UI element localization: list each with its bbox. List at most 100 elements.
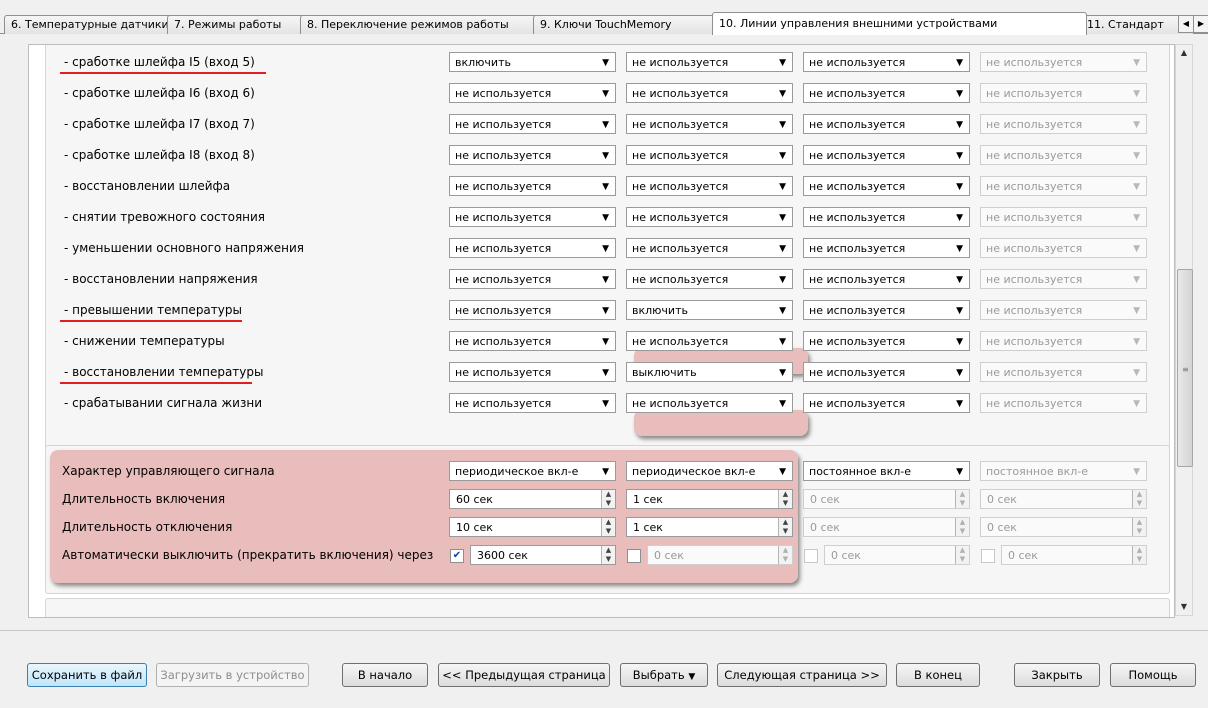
scroll-thumb[interactable]: ≡: [1177, 269, 1193, 467]
action-select-line-2[interactable]: не используется ▼: [626, 114, 793, 134]
action-select-line-3[interactable]: не используется ▼: [803, 114, 970, 134]
spin-arrows-icon[interactable]: ▲ ▼: [778, 518, 792, 536]
action-select-line-1[interactable]: не используется ▼: [449, 269, 616, 289]
action-select-line-3[interactable]: не используется ▼: [803, 145, 970, 165]
tab-operation-modes[interactable]: 7. Режимы работы: [167, 15, 309, 34]
tab-external-device-lines[interactable]: 10. Линии управления внешними устройства…: [712, 12, 1087, 35]
spin-arrows-icon[interactable]: ▲ ▼: [955, 490, 969, 508]
action-select-line-4[interactable]: не используется ▼: [980, 114, 1147, 134]
spin-arrows-icon[interactable]: ▲ ▼: [955, 518, 969, 536]
signal-type-select-4[interactable]: постоянное вкл-е ▼: [980, 461, 1147, 481]
spin-arrows-icon[interactable]: ▲ ▼: [601, 546, 615, 564]
select-dropdown-button[interactable]: Выбрать ▼: [620, 663, 708, 687]
action-select-line-4[interactable]: не используется ▼: [980, 300, 1147, 320]
auto-duration-spinbox[interactable]: 3600 сек ▲ ▼: [470, 545, 616, 565]
action-select-line-4[interactable]: не используется ▼: [980, 52, 1147, 72]
action-select-line-4[interactable]: не используется ▼: [980, 145, 1147, 165]
spin-arrows-icon[interactable]: ▲ ▼: [1132, 546, 1146, 564]
action-select-line-3[interactable]: не используется ▼: [803, 83, 970, 103]
off-duration-spinbox[interactable]: 0 сек ▲ ▼: [980, 517, 1147, 537]
last-page-button[interactable]: В конец: [896, 663, 980, 687]
action-select-line-1[interactable]: включить ▼: [449, 52, 616, 72]
auto-duration-spinbox[interactable]: 0 сек ▲ ▼: [824, 545, 970, 565]
scroll-up-icon[interactable]: ▲: [1176, 45, 1192, 61]
next-page-button[interactable]: Следующая страница >>: [717, 663, 887, 687]
action-select-line-4[interactable]: не используется ▼: [980, 207, 1147, 227]
signal-type-select-2[interactable]: периодическое вкл-е ▼: [626, 461, 793, 481]
action-select-line-2[interactable]: не используется ▼: [626, 176, 793, 196]
action-select-line-3[interactable]: не используется ▼: [803, 176, 970, 196]
off-duration-spinbox[interactable]: 1 сек ▲ ▼: [626, 517, 793, 537]
action-select-line-2[interactable]: не используется ▼: [626, 331, 793, 351]
spin-arrows-icon[interactable]: ▲ ▼: [601, 490, 615, 508]
tab-standard[interactable]: 11. Стандарт: [1080, 15, 1194, 34]
action-select-line-1[interactable]: не используется ▼: [449, 238, 616, 258]
action-select-line-1[interactable]: не используется ▼: [449, 176, 616, 196]
action-select-line-2[interactable]: не используется ▼: [626, 393, 793, 413]
action-select-line-2[interactable]: выключить ▼: [626, 362, 793, 382]
action-select-line-1[interactable]: не используется ▼: [449, 207, 616, 227]
action-select-line-1[interactable]: не используется ▼: [449, 331, 616, 351]
action-select-line-2[interactable]: не используется ▼: [626, 269, 793, 289]
signal-type-select-3[interactable]: постоянное вкл-е ▼: [803, 461, 970, 481]
tab-mode-switching[interactable]: 8. Переключение режимов работы: [300, 15, 542, 34]
action-select-line-3[interactable]: не используется ▼: [803, 331, 970, 351]
auto-off-checkbox[interactable]: [627, 549, 641, 563]
off-duration-spinbox[interactable]: 0 сек ▲ ▼: [803, 517, 970, 537]
auto-off-checkbox[interactable]: [981, 549, 995, 563]
help-button[interactable]: Помощь: [1110, 663, 1196, 687]
save-to-file-button[interactable]: Сохранить в файл: [27, 663, 147, 687]
action-select-line-4[interactable]: не используется ▼: [980, 393, 1147, 413]
action-select-line-3[interactable]: не используется ▼: [803, 393, 970, 413]
spin-arrows-icon[interactable]: ▲ ▼: [1132, 518, 1146, 536]
close-button[interactable]: Закрыть: [1014, 663, 1100, 687]
action-select-line-3[interactable]: не используется ▼: [803, 238, 970, 258]
action-select-line-1[interactable]: не используется ▼: [449, 362, 616, 382]
vertical-scrollbar[interactable]: ▲ ≡ ▼: [1175, 44, 1193, 616]
action-select-line-1[interactable]: не используется ▼: [449, 393, 616, 413]
scroll-down-icon[interactable]: ▼: [1176, 599, 1192, 615]
action-select-line-4[interactable]: не используется ▼: [980, 238, 1147, 258]
on-duration-spinbox[interactable]: 1 сек ▲ ▼: [626, 489, 793, 509]
action-select-line-1[interactable]: не используется ▼: [449, 114, 616, 134]
action-select-line-2[interactable]: не используется ▼: [626, 238, 793, 258]
signal-type-select-1[interactable]: периодическое вкл-е ▼: [449, 461, 616, 481]
action-select-line-3[interactable]: не используется ▼: [803, 207, 970, 227]
spin-arrows-icon[interactable]: ▲ ▼: [955, 546, 969, 564]
tab-scroll-left-icon[interactable]: ◀: [1178, 15, 1194, 33]
tab-scroll-right-icon[interactable]: ▶: [1193, 15, 1208, 33]
action-select-line-2[interactable]: не используется ▼: [626, 52, 793, 72]
action-select-line-2[interactable]: не используется ▼: [626, 83, 793, 103]
off-duration-spinbox[interactable]: 10 сек ▲ ▼: [449, 517, 616, 537]
on-duration-spinbox[interactable]: 0 сек ▲ ▼: [980, 489, 1147, 509]
action-select-line-4[interactable]: не используется ▼: [980, 362, 1147, 382]
on-duration-spinbox[interactable]: 60 сек ▲ ▼: [449, 489, 616, 509]
action-select-line-4[interactable]: не используется ▼: [980, 176, 1147, 196]
action-select-line-3[interactable]: не используется ▼: [803, 52, 970, 72]
auto-off-checkbox[interactable]: ✔: [450, 549, 464, 563]
spin-arrows-icon[interactable]: ▲ ▼: [778, 490, 792, 508]
first-page-button[interactable]: В начало: [342, 663, 428, 687]
action-select-line-2[interactable]: не используется ▼: [626, 145, 793, 165]
action-select-line-4[interactable]: не используется ▼: [980, 83, 1147, 103]
action-select-line-1[interactable]: не используется ▼: [449, 300, 616, 320]
spin-arrows-icon[interactable]: ▲ ▼: [601, 518, 615, 536]
auto-duration-spinbox[interactable]: 0 сек ▲ ▼: [647, 545, 793, 565]
action-select-line-3[interactable]: не используется ▼: [803, 300, 970, 320]
action-select-line-2[interactable]: включить ▼: [626, 300, 793, 320]
tab-touchmemory-keys[interactable]: 9. Ключи TouchMemory: [533, 15, 721, 34]
action-select-line-1[interactable]: не используется ▼: [449, 145, 616, 165]
action-select-line-1[interactable]: не используется ▼: [449, 83, 616, 103]
action-select-line-4[interactable]: не используется ▼: [980, 331, 1147, 351]
action-select-line-3[interactable]: не используется ▼: [803, 362, 970, 382]
action-select-line-4[interactable]: не используется ▼: [980, 269, 1147, 289]
on-duration-spinbox[interactable]: 0 сек ▲ ▼: [803, 489, 970, 509]
load-to-device-button[interactable]: Загрузить в устройство: [156, 663, 309, 687]
auto-duration-spinbox[interactable]: 0 сек ▲ ▼: [1001, 545, 1147, 565]
tab-temperature-sensors[interactable]: 6. Температурные датчики: [4, 15, 176, 34]
action-select-line-3[interactable]: не используется ▼: [803, 269, 970, 289]
auto-off-checkbox[interactable]: [804, 549, 818, 563]
spin-arrows-icon[interactable]: ▲ ▼: [1132, 490, 1146, 508]
spin-arrows-icon[interactable]: ▲ ▼: [778, 546, 792, 564]
previous-page-button[interactable]: << Предыдущая страница: [438, 663, 610, 687]
